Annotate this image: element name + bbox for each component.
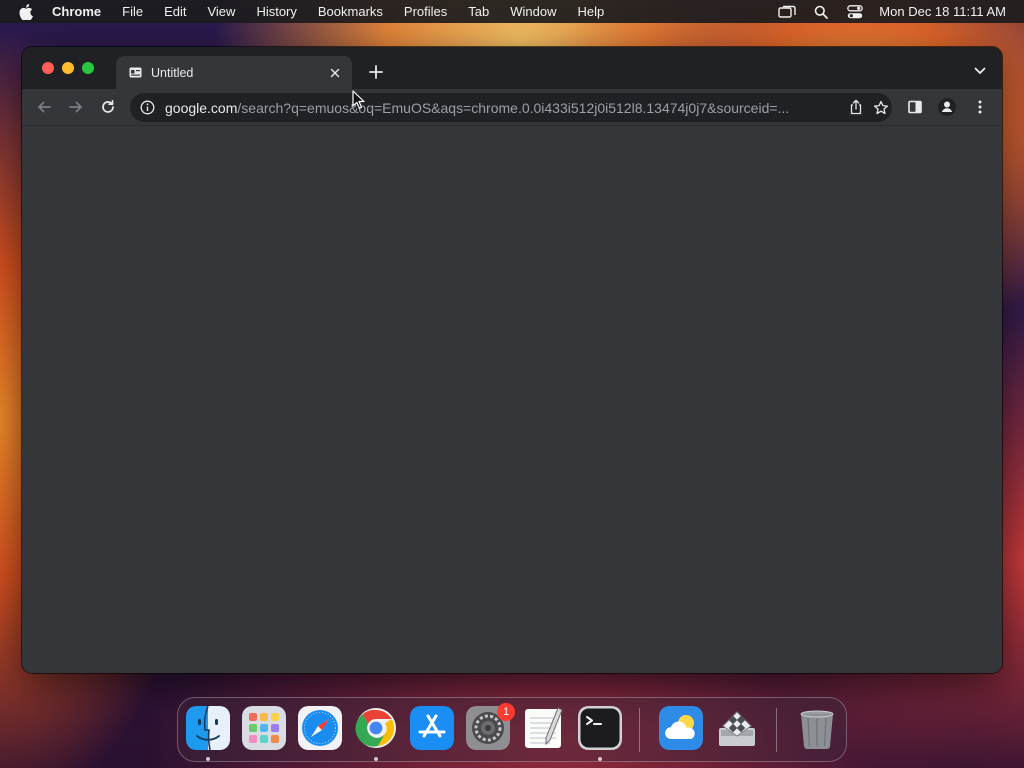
bookmark-star-icon[interactable] bbox=[872, 99, 890, 117]
weather-icon[interactable] bbox=[659, 706, 703, 750]
dock-separator bbox=[639, 708, 640, 752]
menu-history[interactable]: History bbox=[256, 4, 296, 19]
window-minimize-button[interactable] bbox=[62, 62, 74, 74]
menu-help[interactable]: Help bbox=[578, 4, 605, 19]
menu-bar-status-area: Mon Dec 18 11:11 AM bbox=[777, 0, 1006, 23]
chrome-icon[interactable] bbox=[354, 706, 398, 750]
chrome-window: Untitled google.com/search?q=emuos&oq=Em… bbox=[22, 47, 1002, 673]
terminal-running-indicator bbox=[598, 757, 602, 761]
reload-button[interactable] bbox=[98, 97, 118, 117]
window-zoom-button[interactable] bbox=[82, 62, 94, 74]
apple-logo-icon[interactable] bbox=[19, 3, 33, 20]
tab-search-chevron-icon[interactable] bbox=[972, 63, 988, 79]
trash-icon[interactable] bbox=[795, 706, 839, 750]
profile-avatar-button[interactable] bbox=[937, 97, 957, 117]
address-bar[interactable]: google.com/search?q=emuos&oq=EmuOS&aqs=c… bbox=[130, 93, 892, 122]
document-icon bbox=[128, 66, 142, 80]
textedit-icon[interactable] bbox=[522, 706, 566, 750]
boot-camp-assistant-icon[interactable] bbox=[715, 706, 759, 750]
page-content[interactable] bbox=[22, 126, 1002, 673]
chrome-running-indicator bbox=[374, 757, 378, 761]
menu-bar: Chrome File Edit View History Bookmarks … bbox=[0, 0, 1024, 23]
spotlight-search-icon[interactable] bbox=[811, 4, 831, 20]
dock: 1 bbox=[177, 697, 847, 762]
terminal-icon[interactable] bbox=[578, 706, 622, 750]
tab-title: Untitled bbox=[151, 65, 194, 80]
tab-close-icon[interactable] bbox=[326, 64, 344, 82]
menu-tab[interactable]: Tab bbox=[468, 4, 489, 19]
menu-bookmarks[interactable]: Bookmarks bbox=[318, 4, 383, 19]
menu-app-chrome[interactable]: Chrome bbox=[52, 4, 101, 19]
finder-icon[interactable] bbox=[186, 706, 230, 750]
url-host: google.com bbox=[165, 99, 238, 116]
launchpad-icon[interactable] bbox=[242, 706, 286, 750]
back-button[interactable] bbox=[34, 97, 54, 117]
forward-button[interactable] bbox=[66, 97, 86, 117]
tab-strip: Untitled bbox=[22, 47, 1002, 89]
site-info-icon[interactable] bbox=[139, 100, 155, 116]
menu-bar-clock[interactable]: Mon Dec 18 11:11 AM bbox=[879, 4, 1006, 19]
menu-file[interactable]: File bbox=[122, 4, 143, 19]
share-icon[interactable] bbox=[848, 99, 864, 115]
url-path: /search?q=emuos&oq=EmuOS&aqs=chrome.0.0i… bbox=[237, 99, 790, 116]
dock-separator bbox=[776, 708, 777, 752]
menu-edit[interactable]: Edit bbox=[164, 4, 186, 19]
address-bar-url: google.com/search?q=emuos&oq=EmuOS&aqs=c… bbox=[165, 100, 825, 116]
safari-icon[interactable] bbox=[298, 706, 342, 750]
notification-badge: 1 bbox=[497, 703, 515, 721]
side-panel-button[interactable] bbox=[905, 97, 925, 117]
new-tab-button[interactable] bbox=[366, 62, 386, 82]
mouse-cursor-icon bbox=[352, 90, 365, 109]
browser-toolbar: google.com/search?q=emuos&oq=EmuOS&aqs=c… bbox=[22, 89, 1002, 126]
more-menu-icon[interactable] bbox=[970, 97, 990, 117]
menu-profiles[interactable]: Profiles bbox=[404, 4, 447, 19]
menu-window[interactable]: Window bbox=[510, 4, 556, 19]
tab-untitled[interactable]: Untitled bbox=[116, 56, 352, 89]
finder-running-indicator bbox=[206, 757, 210, 761]
control-center-icon[interactable] bbox=[845, 4, 865, 20]
app-store-icon[interactable] bbox=[410, 706, 454, 750]
screen-mirroring-icon[interactable] bbox=[777, 4, 797, 20]
window-close-button[interactable] bbox=[42, 62, 54, 74]
menu-view[interactable]: View bbox=[207, 4, 235, 19]
